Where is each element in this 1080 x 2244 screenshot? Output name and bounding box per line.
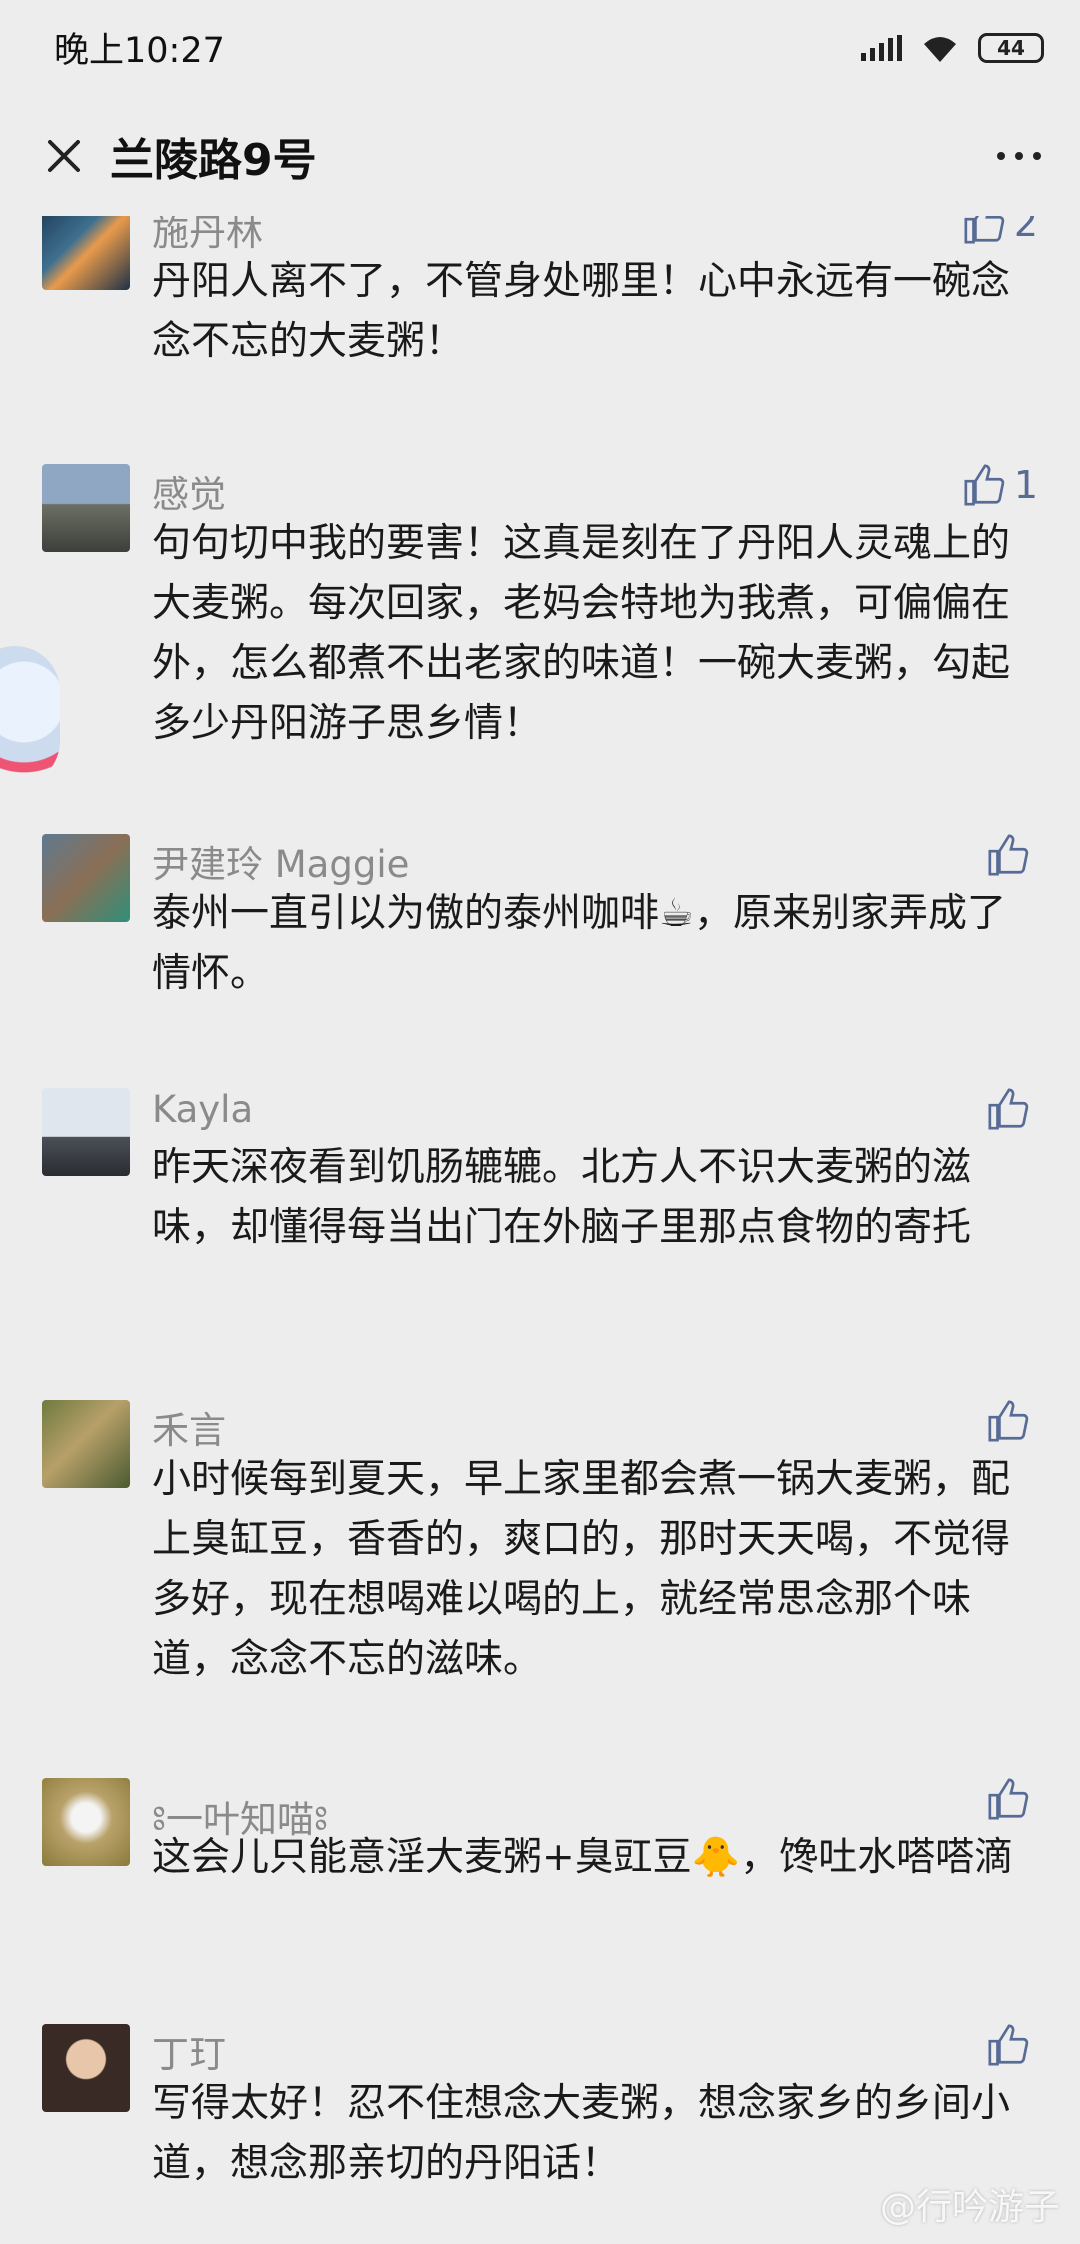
more-icon-dot <box>1033 152 1041 160</box>
more-icon-dot <box>997 152 1005 160</box>
like-button[interactable] <box>986 832 1038 878</box>
more-icon-dot <box>1015 152 1023 160</box>
comment-author[interactable]: Kayla <box>152 1088 253 1131</box>
avatar[interactable] <box>42 1088 130 1176</box>
thumbs-up-icon <box>964 216 1005 244</box>
status-time: 晚上10:27 <box>54 31 225 71</box>
comment-text: 泰州一直引以为傲的泰州咖啡☕，原来别家弄成了情怀。 <box>152 884 1032 1004</box>
like-button[interactable] <box>986 1086 1038 1132</box>
floating-sticker-icon[interactable] <box>0 646 60 786</box>
thumbs-up-icon <box>988 1400 1029 1442</box>
thumbs-up-icon <box>988 2024 1029 2066</box>
status-icons: 44 <box>861 24 1044 72</box>
comment-author[interactable]: 施丹林 <box>152 216 263 256</box>
nav-header: 兰陵路9号 <box>0 96 1080 216</box>
like-count: 1 <box>1013 463 1038 507</box>
comment-author[interactable]: 尹建玲 Maggie <box>152 834 409 888</box>
comment-author[interactable]: 丁玎 <box>152 2024 226 2078</box>
comment-text-part: 泰州一直引以为傲的泰州咖啡 <box>152 891 660 936</box>
like-button[interactable]: 1 <box>962 462 1038 508</box>
comment-text: 句句切中我的要害！这真是刻在了丹阳人灵魂上的大麦粥。每次回家，老妈会特地为我煮，… <box>152 521 1011 746</box>
avatar[interactable] <box>42 834 130 922</box>
battery-icon: 44 <box>978 33 1044 63</box>
like-button[interactable] <box>986 1398 1038 1444</box>
thumbs-up-icon <box>988 1088 1029 1130</box>
thumbs-up-icon <box>964 464 1005 506</box>
avatar[interactable] <box>42 1400 130 1488</box>
comment-text: 丹阳人离不了，不管身处哪里！心中永远有一碗念念不忘的大麦粥！ <box>152 259 1011 364</box>
signal-icon <box>861 35 902 61</box>
comment-text-part: ，馋吐水嗒嗒滴 <box>740 1835 1014 1880</box>
comment-list[interactable]: 施丹林 2 丹阳人离不了，不管身处哪里！心中永远有一碗念念不忘的大麦粥！ 感觉 … <box>0 216 1080 2244</box>
comment-text: 写得太好！忍不住想念大麦粥，想念家乡的乡间小道，想念那亲切的丹阳话！ <box>152 2081 1011 2186</box>
like-count: 2 <box>1013 216 1038 245</box>
wifi-icon <box>924 37 956 62</box>
close-button[interactable] <box>30 122 98 190</box>
more-button[interactable] <box>984 126 1054 186</box>
chick-emoji-icon: 🐥 <box>691 1835 741 1880</box>
comment-author[interactable]: 感觉 <box>152 464 226 518</box>
avatar[interactable] <box>42 216 130 290</box>
thumbs-up-icon <box>988 1778 1029 1820</box>
status-bar: 晚上10:27 44 <box>0 0 1080 96</box>
like-button[interactable] <box>986 2022 1038 2068</box>
comment-text: 这会儿只能意淫大麦粥+臭豇豆🐥，馋吐水嗒嗒滴 <box>152 1828 1032 1888</box>
comment-text: 小时候每到夏天，早上家里都会煮一锅大麦粥，配上臭缸豆，香香的，爽口的，那时天天喝… <box>152 1457 1011 1682</box>
comment-author[interactable]: 禾言 <box>152 1400 226 1454</box>
page-title: 兰陵路9号 <box>110 135 317 186</box>
avatar[interactable] <box>42 1778 130 1866</box>
comment-text-part: 这会儿只能意淫大麦粥+臭豇豆 <box>152 1835 692 1880</box>
avatar[interactable] <box>42 2024 130 2112</box>
avatar[interactable] <box>42 464 130 552</box>
coffee-emoji-icon: ☕ <box>659 891 694 936</box>
battery-level: 44 <box>997 36 1025 60</box>
comment-text: 昨天深夜看到饥肠辘辘。北方人不识大麦粥的滋味，却懂得每当出门在外脑子里那点食物的… <box>152 1145 972 1250</box>
thumbs-up-icon <box>988 834 1029 876</box>
like-button[interactable]: 2 <box>962 216 1038 246</box>
like-button[interactable] <box>986 1776 1038 1822</box>
close-icon <box>48 140 80 172</box>
watermark: @行吟游子 <box>879 2187 1060 2228</box>
